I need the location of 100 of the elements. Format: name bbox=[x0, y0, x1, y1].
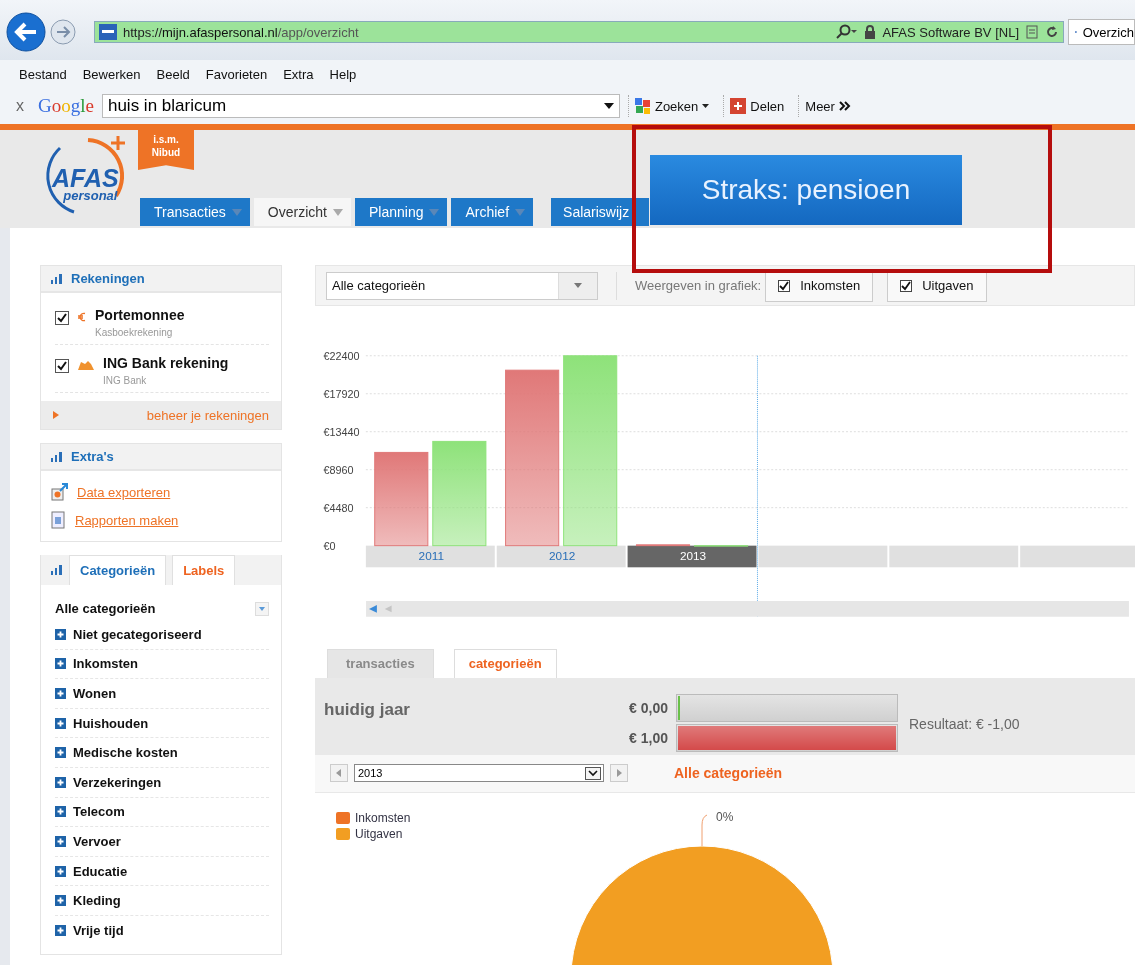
axis-label: €4480 bbox=[323, 501, 354, 514]
legend-label: Uitgaven bbox=[355, 827, 403, 841]
search-button[interactable]: Zoeken bbox=[627, 95, 716, 117]
bar[interactable] bbox=[635, 544, 691, 547]
previous-button[interactable] bbox=[330, 764, 348, 783]
toolbar-logo: Google bbox=[38, 95, 94, 117]
nav-tab[interactable]: Archief bbox=[451, 198, 534, 226]
category-title: Alle categorieën bbox=[674, 765, 783, 782]
category-heading: Alle categorieën bbox=[55, 601, 156, 616]
account-type: Kasboekrekening bbox=[95, 327, 174, 338]
lion-icon bbox=[77, 359, 95, 371]
ribbon-badge: i.s.m. Nibud bbox=[138, 130, 194, 170]
logo-text: AFAS bbox=[52, 166, 119, 190]
category-select[interactable]: Alle categorieën bbox=[326, 271, 598, 300]
expand-icon[interactable] bbox=[55, 658, 66, 670]
plus-icon bbox=[730, 98, 747, 114]
menu-item[interactable]: Help bbox=[329, 66, 357, 82]
leader-line bbox=[701, 814, 708, 847]
expand-icon[interactable] bbox=[55, 747, 66, 759]
category-item[interactable]: Huishouden bbox=[73, 715, 149, 731]
menu-item[interactable]: Beeld bbox=[156, 66, 190, 82]
category-item[interactable]: Inkomsten bbox=[73, 656, 138, 672]
forward-button[interactable] bbox=[50, 19, 76, 45]
menu-item[interactable]: Bestand bbox=[19, 66, 67, 82]
colored-squares-icon bbox=[634, 98, 651, 114]
menu-item[interactable]: Extra bbox=[283, 66, 314, 82]
dropdown-button[interactable] bbox=[585, 766, 601, 780]
axis-label: €8960 bbox=[323, 464, 354, 476]
amount: € 1,00 bbox=[628, 729, 668, 746]
chart-filter-label: Weergeven in grafiek: bbox=[635, 278, 762, 294]
account-type: ING Bank bbox=[103, 375, 148, 386]
axis-label: €22400 bbox=[323, 350, 360, 363]
nav-tab[interactable]: Salariswijz bbox=[551, 198, 650, 226]
period-label[interactable]: 2013 bbox=[679, 549, 707, 564]
account-name[interactable]: ING Bank rekening bbox=[103, 355, 229, 371]
search-field[interactable]: huis in blaricum bbox=[101, 94, 620, 118]
refresh-icon[interactable] bbox=[1045, 25, 1059, 39]
expand-icon[interactable] bbox=[55, 628, 66, 640]
share-button[interactable]: Delen bbox=[723, 95, 791, 117]
expand-icon[interactable] bbox=[55, 688, 66, 699]
expand-icon[interactable] bbox=[55, 776, 66, 788]
panel-title: Rekeningen bbox=[71, 271, 145, 286]
category-item[interactable]: Niet gecategoriseerd bbox=[73, 626, 202, 642]
axis-label: €13440 bbox=[323, 426, 360, 438]
expand-icon[interactable] bbox=[55, 895, 66, 907]
nav-tab[interactable]: Planning bbox=[354, 198, 448, 226]
euro-icon bbox=[77, 311, 87, 323]
checkbox[interactable] bbox=[778, 279, 791, 292]
caret-icon[interactable] bbox=[603, 103, 614, 109]
back-button[interactable] bbox=[6, 12, 46, 52]
browser-tab[interactable]: Overzich bbox=[1068, 19, 1135, 45]
period-label[interactable]: 2012 bbox=[549, 549, 576, 564]
panel-tab[interactable]: Categorieën bbox=[69, 555, 167, 585]
category-item[interactable]: Medische kosten bbox=[73, 745, 178, 761]
account-name[interactable]: Portemonnee bbox=[95, 307, 185, 323]
period-tab[interactable] bbox=[496, 546, 626, 568]
nav-tab[interactable]: Overzicht bbox=[253, 198, 351, 226]
logo-subtitle: personal bbox=[62, 190, 119, 202]
address-bar[interactable]: https://mijn.afaspersonal.nl/app/overzicht AFAS Software BV [NL] bbox=[94, 21, 1064, 43]
caret-icon bbox=[702, 104, 710, 108]
summary-title: huidig jaar bbox=[324, 699, 411, 720]
category-item[interactable]: Telecom bbox=[73, 804, 125, 820]
category-item[interactable]: Wonen bbox=[73, 686, 117, 701]
export-icon bbox=[51, 483, 69, 501]
expand-icon[interactable] bbox=[55, 925, 66, 937]
more-button[interactable]: Meer bbox=[798, 95, 857, 117]
data-label: 0% bbox=[716, 810, 734, 824]
checkbox[interactable] bbox=[55, 359, 69, 373]
expand-icon[interactable] bbox=[55, 717, 66, 729]
category-item[interactable]: Educatie bbox=[73, 863, 128, 879]
site-identity: AFAS Software BV [NL] bbox=[882, 24, 1019, 40]
checkbox[interactable] bbox=[900, 279, 913, 292]
result-text: Resultaat: € -1,00 bbox=[909, 715, 1020, 732]
category-item[interactable]: Vrije tijd bbox=[73, 923, 124, 939]
period-tab[interactable] bbox=[627, 546, 757, 568]
caret-icon bbox=[574, 283, 582, 289]
menu-item[interactable]: Favorieten bbox=[205, 66, 268, 82]
bar-chart-icon bbox=[51, 273, 63, 284]
close-button[interactable]: x bbox=[16, 97, 30, 115]
legend-label: Inkomsten bbox=[355, 811, 411, 825]
axis-label: €17920 bbox=[323, 388, 360, 401]
expand-icon[interactable] bbox=[55, 835, 66, 847]
expand-icon[interactable] bbox=[55, 865, 66, 877]
bar-chart-icon bbox=[51, 565, 63, 575]
search-icon[interactable] bbox=[836, 24, 859, 40]
nav-tab[interactable]: Transacties bbox=[140, 198, 250, 226]
category-item[interactable]: Vervoer bbox=[73, 833, 121, 849]
category-item[interactable]: Verzekeringen bbox=[73, 774, 162, 790]
panel-title: Extra's bbox=[71, 449, 114, 464]
double-chevron-icon bbox=[838, 101, 851, 111]
url-text[interactable]: https://mijn.afaspersonal.nl/app/overzicht bbox=[123, 24, 359, 40]
period-label[interactable]: 2011 bbox=[418, 549, 444, 564]
expand-icon[interactable] bbox=[55, 806, 66, 818]
promo-banner[interactable]: Straks: pensioen bbox=[650, 155, 962, 225]
next-button[interactable] bbox=[610, 764, 628, 783]
category-item[interactable]: Kleding bbox=[73, 893, 121, 909]
bar-chart-icon bbox=[51, 451, 63, 462]
menu-item[interactable]: Bewerken bbox=[82, 66, 141, 82]
checkbox[interactable] bbox=[55, 311, 69, 325]
year-select[interactable]: 2013 bbox=[354, 764, 604, 783]
